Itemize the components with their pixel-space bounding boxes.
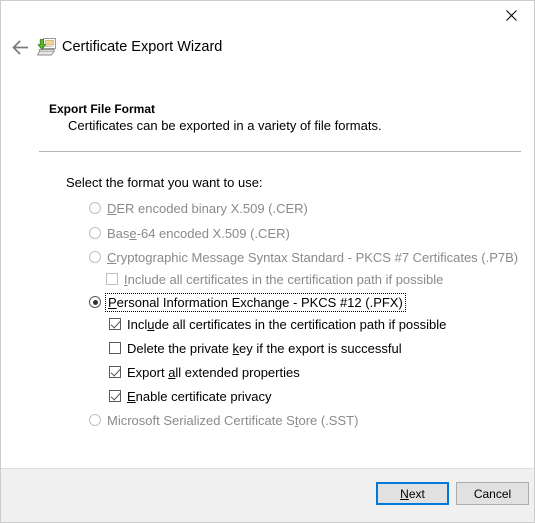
option-label: Export all extended properties (127, 365, 300, 380)
option-label: Include all certificates in the certific… (127, 317, 446, 332)
option-label: Enable certificate privacy (127, 389, 272, 404)
checkbox-export-extended-properties[interactable] (109, 366, 121, 378)
option-microsoft-serialized-certificate-store[interactable]: Microsoft Serialized Certificate Store (… (89, 413, 358, 428)
accel-char: P (108, 295, 117, 310)
accel-char: E (127, 389, 136, 404)
option-label: Personal Information Exchange - PKCS #12… (105, 293, 406, 312)
option-label: Delete the private key if the export is … (127, 341, 402, 356)
window-titlebar: Certificate Export Wizard (1, 1, 534, 71)
label-rest: ryptographic Message Syntax Standard - P… (116, 250, 519, 265)
header-divider (39, 151, 521, 152)
option-pkcs7-certificates[interactable]: Cryptographic Message Syntax Standard - … (89, 250, 518, 265)
label-rest: ore (.SST) (298, 413, 359, 428)
accel-char: C (107, 250, 117, 265)
option-label: DER encoded binary X.509 (.CER) (107, 201, 308, 216)
checkbox-p7b-include-chain-row[interactable]: Include all certificates in the certific… (106, 272, 443, 287)
close-icon[interactable] (489, 1, 534, 30)
radio-base64-encoded-x509[interactable] (89, 227, 101, 239)
label-rest: ER encoded binary X.509 (.CER) (116, 201, 308, 216)
checkbox-pfx-include-chain[interactable] (109, 318, 121, 330)
label-rest: nclude all certificates in the certifica… (127, 272, 444, 287)
checkbox-pfx-include-chain-row[interactable]: Include all certificates in the certific… (109, 317, 446, 332)
window-title: Certificate Export Wizard (62, 39, 223, 55)
option-label: Base-64 encoded X.509 (.CER) (107, 226, 290, 241)
certificate-export-wizard-window: Certificate Export Wizard Export File Fo… (0, 0, 535, 523)
dialog-footer: Next Cancel (1, 468, 534, 522)
radio-microsoft-serialized-certificate-store[interactable] (89, 414, 101, 426)
page-title: Export File Format (49, 102, 156, 116)
checkbox-export-extended-properties-row[interactable]: Export all extended properties (109, 365, 300, 380)
option-base64-encoded-x509[interactable]: Base-64 encoded X.509 (.CER) (89, 226, 290, 241)
option-label: Microsoft Serialized Certificate Store (… (107, 413, 358, 428)
back-arrow-icon[interactable] (8, 34, 34, 60)
accel-char: e (129, 226, 137, 241)
checkbox-delete-private-key-row[interactable]: Delete the private key if the export is … (109, 341, 402, 356)
checkbox-delete-private-key[interactable] (109, 342, 121, 354)
label-rest: ersonal Information Exchange - PKCS #12 … (116, 295, 403, 310)
label-pre: Delete the private (127, 341, 233, 356)
label-pre: Bas (107, 226, 130, 241)
cancel-button[interactable]: Cancel (456, 482, 529, 505)
label-rest: ey if the export is successful (239, 341, 402, 356)
accel-char: D (107, 201, 117, 216)
certificate-export-icon (36, 37, 57, 57)
format-prompt-label: Select the format you want to use: (66, 175, 263, 190)
checkbox-enable-certificate-privacy-row[interactable]: Enable certificate privacy (109, 389, 272, 404)
radio-personal-information-exchange-pfx[interactable] (89, 296, 101, 308)
label-rest: ext (408, 486, 425, 501)
next-button-label: Next (400, 487, 425, 501)
label-rest: ll extended properties (175, 365, 300, 380)
label-rest: -64 encoded X.509 (.CER) (136, 226, 290, 241)
radio-pkcs7-certificates[interactable] (89, 251, 101, 263)
label-pre: Incl (127, 317, 148, 332)
next-button[interactable]: Next (376, 482, 449, 505)
cancel-button-label: Cancel (473, 486, 512, 501)
accel-char: N (400, 486, 409, 501)
option-personal-information-exchange-pfx[interactable]: Personal Information Exchange - PKCS #12… (89, 293, 406, 312)
option-label: Include all certificates in the certific… (124, 272, 443, 287)
checkbox-p7b-include-chain[interactable] (106, 273, 118, 285)
option-label: Cryptographic Message Syntax Standard - … (107, 250, 518, 265)
checkbox-enable-certificate-privacy[interactable] (109, 390, 121, 402)
label-pre: Export (127, 365, 169, 380)
radio-der-encoded-binary-x509[interactable] (89, 202, 101, 214)
option-der-encoded-binary-x509[interactable]: DER encoded binary X.509 (.CER) (89, 201, 308, 216)
label-rest: nable certificate privacy (135, 389, 272, 404)
label-rest: de all certificates in the certification… (154, 317, 447, 332)
page-subtitle: Certificates can be exported in a variet… (68, 118, 382, 133)
label-pre: Microsoft Serialized Certificate S (107, 413, 295, 428)
